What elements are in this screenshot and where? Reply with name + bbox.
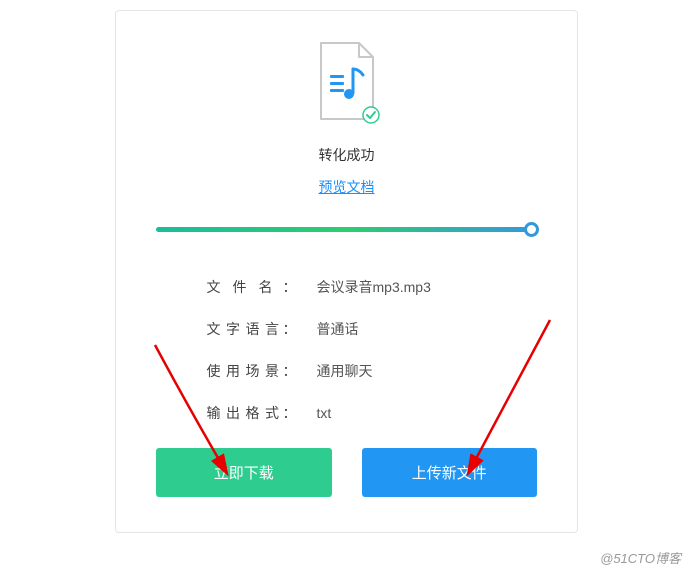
output-value: txt xyxy=(317,405,332,421)
filename-value: 会议录音mp3.mp3 xyxy=(317,277,431,297)
info-row-language: 文字语言 普通话 xyxy=(207,319,487,339)
conversion-result-card: 转化成功 预览文档 文件名 会议录音mp3.mp3 文字语言 普通话 使用场景 … xyxy=(115,10,578,533)
file-music-icon xyxy=(313,41,381,130)
preview-document-link[interactable]: 预览文档 xyxy=(319,179,375,195)
scene-value: 通用聊天 xyxy=(317,361,373,381)
watermark-text: @51CTO博客 xyxy=(600,548,681,567)
conversion-status-text: 转化成功 xyxy=(156,145,537,165)
language-label: 文字语言 xyxy=(207,319,297,339)
output-label: 输出格式 xyxy=(207,403,297,423)
scene-label: 使用场景 xyxy=(207,361,297,381)
progress-track xyxy=(156,227,537,232)
download-button[interactable]: 立即下载 xyxy=(156,448,332,497)
language-value: 普通话 xyxy=(317,319,359,339)
info-row-scene: 使用场景 通用聊天 xyxy=(207,361,487,381)
filename-label: 文件名 xyxy=(207,277,297,297)
file-info-section: 文件名 会议录音mp3.mp3 文字语言 普通话 使用场景 通用聊天 输出格式 … xyxy=(207,277,487,423)
info-row-filename: 文件名 会议录音mp3.mp3 xyxy=(207,277,487,297)
progress-knob xyxy=(524,222,539,237)
action-buttons: 立即下载 上传新文件 xyxy=(156,448,537,497)
upload-new-button[interactable]: 上传新文件 xyxy=(362,448,538,497)
progress-bar xyxy=(156,227,537,237)
info-row-output: 输出格式 txt xyxy=(207,403,487,423)
top-section: 转化成功 预览文档 xyxy=(156,41,537,197)
